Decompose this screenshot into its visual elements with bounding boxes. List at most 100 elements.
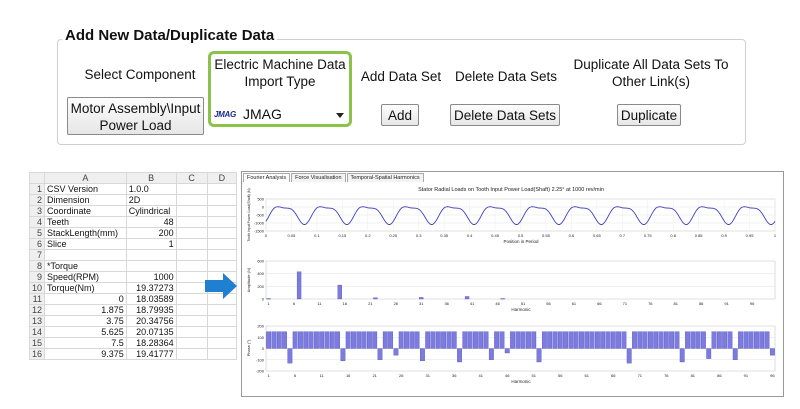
column-header[interactable]: A xyxy=(44,172,127,184)
row-number[interactable]: 12 xyxy=(28,304,46,316)
phase-bar xyxy=(308,331,314,349)
cell-b[interactable]: 20.07135 xyxy=(125,326,177,338)
cell-b[interactable]: 48 xyxy=(125,216,177,228)
cell-d[interactable] xyxy=(206,238,238,250)
cell-d[interactable] xyxy=(206,348,238,360)
row-number[interactable]: 8 xyxy=(28,260,46,272)
sheet-corner[interactable] xyxy=(28,172,46,184)
x-tick-label: 41 xyxy=(470,301,475,306)
column-header[interactable]: C xyxy=(175,172,208,184)
phase-bar xyxy=(335,331,340,349)
cell-c[interactable] xyxy=(175,249,208,261)
chevron-down-icon[interactable] xyxy=(336,113,344,118)
cell-c[interactable] xyxy=(175,326,208,338)
cell-b[interactable]: 1000 xyxy=(125,271,177,283)
cell-c[interactable] xyxy=(175,293,208,305)
add-button[interactable]: Add xyxy=(381,104,419,126)
cell-a[interactable]: 7.5 xyxy=(44,337,127,349)
row-number[interactable]: 11 xyxy=(28,293,46,305)
cell-b[interactable]: 2D xyxy=(125,194,177,206)
x-tick-label: 0.7 xyxy=(620,233,626,238)
cell-a[interactable]: *Torque xyxy=(44,260,127,272)
row-number[interactable]: 3 xyxy=(28,205,46,217)
cell-b[interactable]: 1 xyxy=(125,238,177,250)
cell-a[interactable]: CSV Version xyxy=(44,183,127,195)
cell-c[interactable] xyxy=(175,271,208,283)
cell-c[interactable] xyxy=(175,238,208,250)
row-number[interactable]: 7 xyxy=(28,249,46,261)
cell-d[interactable] xyxy=(206,205,238,217)
cell-b[interactable]: 18.28364 xyxy=(125,337,177,349)
cell-a[interactable]: Coordinate xyxy=(44,205,127,217)
column-header[interactable]: B xyxy=(125,172,177,184)
phase-bar xyxy=(690,331,696,349)
row-number[interactable]: 2 xyxy=(28,194,46,206)
cell-d[interactable] xyxy=(206,249,238,261)
row-number[interactable]: 5 xyxy=(28,227,46,239)
cell-a[interactable]: 0 xyxy=(44,293,127,305)
cell-b[interactable]: 18.79935 xyxy=(125,304,177,316)
phase-bar xyxy=(701,331,706,349)
phase-bar xyxy=(388,331,393,349)
cell-d[interactable] xyxy=(206,260,238,272)
row-number[interactable]: 10 xyxy=(28,282,46,294)
cell-c[interactable] xyxy=(175,304,208,316)
cell-c[interactable] xyxy=(175,227,208,239)
cell-a[interactable]: 5.625 xyxy=(44,326,127,338)
duplicate-button[interactable]: Duplicate xyxy=(617,104,681,126)
cell-a[interactable]: 9.375 xyxy=(44,348,127,360)
cell-b[interactable]: 1.0.0 xyxy=(125,183,177,195)
cell-c[interactable] xyxy=(175,183,208,195)
cell-b[interactable] xyxy=(125,249,177,261)
cell-b[interactable]: 200 xyxy=(125,227,177,239)
cell-b[interactable]: 20.34756 xyxy=(125,315,177,327)
cell-c[interactable] xyxy=(175,205,208,217)
cell-a[interactable]: Torque(Nm) xyxy=(44,282,127,294)
cell-a[interactable]: 3.75 xyxy=(44,315,127,327)
row-number[interactable]: 16 xyxy=(28,348,46,360)
cell-a[interactable]: StackLength(mm) xyxy=(44,227,127,239)
row-number[interactable]: 13 xyxy=(28,315,46,327)
column-header[interactable]: D xyxy=(206,172,238,184)
cell-a[interactable]: Slice xyxy=(44,238,127,250)
cell-d[interactable] xyxy=(206,183,238,195)
cell-c[interactable] xyxy=(175,282,208,294)
import-type-select-value[interactable]: JMAG xyxy=(243,106,282,122)
cell-a[interactable]: Dimension xyxy=(44,194,127,206)
row-number[interactable]: 14 xyxy=(28,326,46,338)
motor-assembly-button[interactable]: Motor Assembly\Input Power Load xyxy=(67,97,204,135)
cell-c[interactable] xyxy=(175,337,208,349)
cell-a[interactable]: 1.875 xyxy=(44,304,127,316)
cell-c[interactable] xyxy=(175,194,208,206)
phase-bar xyxy=(282,331,287,349)
cell-b[interactable]: 18.03589 xyxy=(125,293,177,305)
cell-a[interactable]: Teeth xyxy=(44,216,127,228)
cell-d[interactable] xyxy=(206,194,238,206)
phase-bar xyxy=(340,348,346,362)
row-number[interactable]: 6 xyxy=(28,238,46,250)
cell-c[interactable] xyxy=(175,216,208,228)
cell-d[interactable] xyxy=(206,315,238,327)
cell-a[interactable] xyxy=(44,249,127,261)
row-number[interactable]: 15 xyxy=(28,337,46,349)
x-tick-label: 0.95 xyxy=(746,233,755,238)
cell-b[interactable]: Cylindrical xyxy=(125,205,177,217)
y-axis-label: Phase (°) xyxy=(246,339,251,356)
row-number[interactable]: 9 xyxy=(28,271,46,283)
row-number[interactable]: 4 xyxy=(28,216,46,228)
delete-data-sets-button[interactable]: Delete Data Sets xyxy=(450,104,560,126)
cell-c[interactable] xyxy=(175,315,208,327)
cell-d[interactable] xyxy=(206,216,238,228)
row-number[interactable]: 1 xyxy=(28,183,46,195)
cell-c[interactable] xyxy=(175,348,208,360)
phase-bar xyxy=(547,331,553,349)
cell-b[interactable] xyxy=(125,260,177,272)
cell-d[interactable] xyxy=(206,227,238,239)
cell-c[interactable] xyxy=(175,260,208,272)
cell-d[interactable] xyxy=(206,326,238,338)
cell-d[interactable] xyxy=(206,304,238,316)
cell-b[interactable]: 19.41777 xyxy=(125,348,177,360)
cell-b[interactable]: 19.37273 xyxy=(125,282,177,294)
cell-a[interactable]: Speed(RPM) xyxy=(44,271,127,283)
cell-d[interactable] xyxy=(206,337,238,349)
